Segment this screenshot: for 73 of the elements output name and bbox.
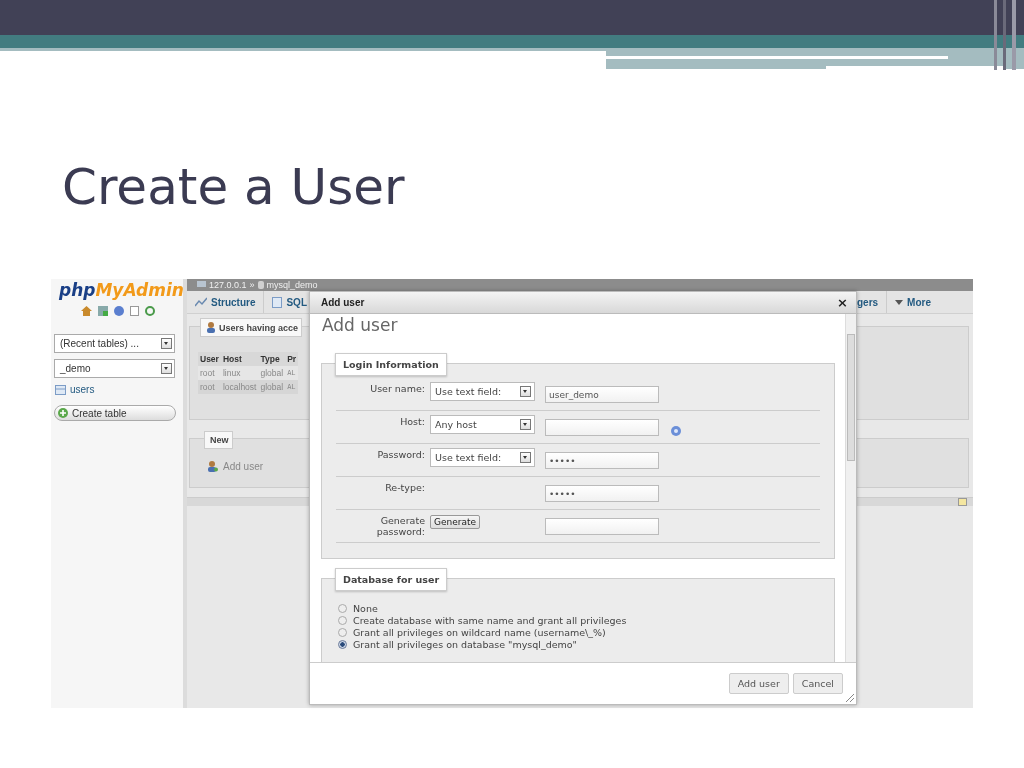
dropdown-icon [161,363,172,374]
resize-grip-icon[interactable] [846,694,854,702]
dialog-heading: Add user [322,315,399,337]
table-link[interactable]: users [70,384,95,395]
table-icon [55,384,66,395]
column-header: User [198,352,221,366]
radio-button[interactable] [338,616,347,625]
input-field[interactable]: ••••• [545,452,659,469]
cancel-button[interactable]: Cancel [792,673,843,694]
create-table-button[interactable]: Create table [54,405,176,421]
table-cell: global [258,366,286,380]
document-icon [272,296,283,308]
option-label[interactable]: Create database with same name and grant all privileges [353,615,627,626]
dropdown-icon [520,386,531,397]
input-field[interactable] [545,518,659,535]
panel-legend: New [204,431,233,449]
slide-title: Create a User [62,158,406,216]
table-cell: localhost [220,380,259,394]
help-icon[interactable] [671,426,681,436]
radio-button[interactable] [338,640,347,649]
input-field[interactable] [545,419,659,436]
tab[interactable]: More [886,291,939,313]
field-label: Generate password: [375,514,426,537]
table-icon[interactable] [98,306,108,316]
structure-icon [195,297,207,307]
user-icon [206,322,216,333]
table-cell: linux [220,366,259,380]
plus-icon [58,408,68,418]
select-field[interactable]: _demo [54,359,175,378]
field-label: User name: [369,382,426,394]
refresh-icon[interactable] [145,306,155,316]
input-field[interactable]: ••••• [545,485,659,502]
caret-icon [895,299,904,305]
option-label[interactable]: None [353,603,378,614]
fieldset-legend: Login Information [335,353,447,376]
server-icon [197,281,206,289]
logo: phpMyAdmin [59,280,183,300]
add-user-button[interactable]: Add user [728,673,789,694]
field-label: Host: [399,415,426,427]
radio-button[interactable] [338,604,347,613]
dropdown-icon [520,419,531,430]
dropdown-icon [520,452,531,463]
document-icon[interactable] [130,306,139,316]
close-button[interactable]: × [837,295,848,310]
fieldset-legend: Database for user [335,568,448,591]
table-cell: global [258,380,286,394]
column-header: Type [258,352,286,366]
option-label[interactable]: Grant all privileges on wildcard name (username\_%) [353,627,606,638]
input-field[interactable]: user_demo [545,386,659,403]
console-icon[interactable] [958,498,967,506]
table-cell: root [198,366,221,380]
column-header: Host [220,352,259,366]
generate-button[interactable]: Generate [430,515,481,529]
add-user-icon [207,461,218,472]
option-label[interactable]: Grant all privileges on database "mysql_demo" [353,639,577,650]
field-label: Password: [376,448,426,460]
database-icon [257,281,264,289]
column-header: Pr [285,352,299,366]
dialog-title: Add user [321,297,365,308]
select-field[interactable]: Use text field: [430,382,535,401]
select-field[interactable]: Use text field: [430,448,535,467]
radio-button[interactable] [338,628,347,637]
legend-text: Users having acce [219,322,299,333]
info-icon[interactable] [114,306,124,316]
table-cell: root [198,380,221,394]
field-label: Re-type: [384,481,426,493]
dropdown-icon [161,338,172,349]
scrollbar[interactable] [845,314,856,662]
home-icon[interactable] [81,306,92,316]
select-field[interactable]: (Recent tables) ... [54,334,175,353]
select-field[interactable]: Any host [430,415,535,434]
tab[interactable]: Structure [187,291,265,313]
breadcrumb-separator: » [249,280,255,290]
